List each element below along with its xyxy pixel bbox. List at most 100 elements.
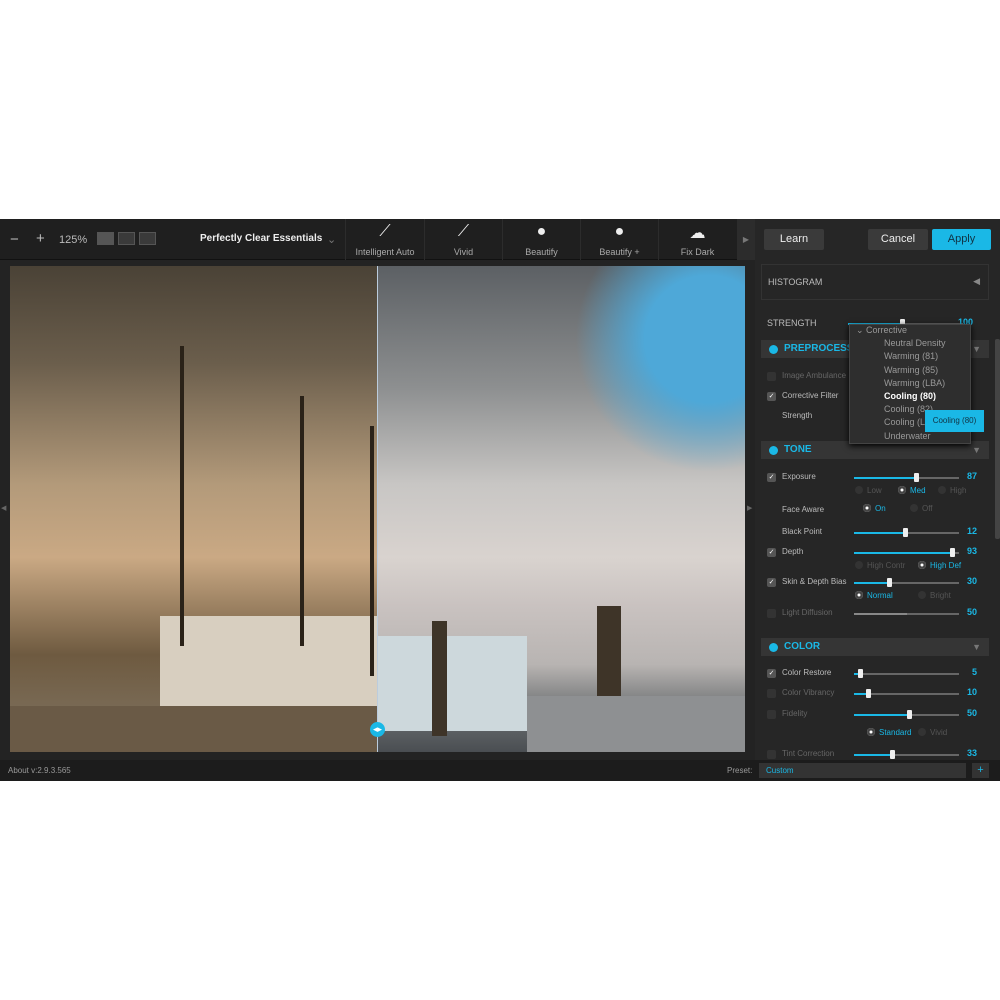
dropdown-item-selected[interactable]: Cooling (80) — [850, 391, 970, 404]
black-point-slider[interactable] — [854, 528, 959, 537]
strength-label: STRENGTH — [767, 318, 817, 328]
cloud-icon: ☁ — [689, 225, 706, 242]
about-link[interactable]: About v:2.9.3.565 — [8, 766, 71, 775]
radio-normal[interactable]: Normal — [855, 591, 893, 600]
add-preset-button[interactable]: + — [972, 763, 989, 778]
bias-mode-row: Normal Bright — [755, 590, 995, 604]
exposure-row: ✓ Exposure 87 — [755, 470, 995, 484]
split-handle[interactable]: ◂▸ — [370, 722, 385, 737]
light-diffusion-label: Light Diffusion — [782, 608, 833, 617]
face-aware-row: Face Aware On Off — [755, 503, 995, 517]
preset-label: Intelligent Auto — [355, 247, 415, 257]
black-point-label: Black Point — [782, 527, 823, 536]
tint-correction-value: 33 — [966, 748, 977, 758]
collapse-icon[interactable]: ◀ — [973, 276, 980, 287]
histogram-section[interactable]: HISTOGRAM ◀ — [761, 264, 989, 300]
side-by-side-view-button[interactable] — [118, 232, 135, 245]
cancel-button[interactable]: Cancel — [868, 229, 928, 250]
preset-beautify-plus[interactable]: ● Beautify + — [580, 219, 658, 260]
face-aware-label: Face Aware — [782, 505, 825, 514]
boat — [377, 636, 527, 731]
radio-high-contr[interactable]: High Contr — [855, 561, 905, 570]
exposure-slider[interactable] — [854, 473, 959, 482]
checkbox[interactable] — [767, 710, 776, 719]
dropdown-group-corrective[interactable]: ⌄ Corrective — [850, 325, 970, 338]
color-restore-slider[interactable] — [854, 669, 959, 678]
radio-vivid[interactable]: Vivid — [918, 728, 947, 737]
preset-group-select[interactable]: Perfectly Clear Essentials — [200, 233, 322, 244]
dropdown-item[interactable]: Neutral Density — [850, 338, 970, 351]
strength-label: Strength — [782, 411, 813, 420]
checkbox[interactable]: ✓ — [767, 473, 776, 482]
zoom-out-button[interactable]: − — [10, 231, 19, 248]
dropdown-item[interactable]: Warming (LBA) — [850, 378, 970, 391]
checkbox[interactable] — [767, 372, 776, 381]
light-diffusion-value: 50 — [966, 607, 977, 617]
checkbox[interactable] — [767, 750, 776, 759]
histogram-title: HISTOGRAM — [768, 277, 823, 287]
radio-standard[interactable]: Standard — [867, 728, 911, 737]
scroll-presets-right-button[interactable]: ▶ — [737, 219, 755, 260]
depth-value: 93 — [966, 546, 977, 556]
dropdown-item[interactable]: Warming (81) — [850, 351, 970, 364]
checkbox[interactable]: ✓ — [767, 392, 776, 401]
dropdown-item[interactable]: Warming (85) — [850, 365, 970, 378]
checkbox[interactable] — [767, 689, 776, 698]
left-arrow-icon[interactable]: ◀ — [1, 504, 6, 512]
dropdown-item[interactable]: Underwater — [850, 431, 970, 444]
preset-label: Beautify — [525, 247, 558, 257]
chevron-down-icon[interactable]: ⌄ — [327, 233, 336, 246]
fidelity-row: Fidelity 50 — [755, 707, 995, 721]
radio-off[interactable]: Off — [910, 504, 933, 513]
radio-high[interactable]: High — [938, 486, 966, 495]
skin-depth-bias-slider[interactable] — [854, 578, 959, 587]
radio-bright[interactable]: Bright — [918, 591, 951, 600]
light-diffusion-slider[interactable] — [854, 613, 959, 615]
checkbox[interactable]: ✓ — [767, 669, 776, 678]
skin-depth-bias-row: ✓ Skin & Depth Bias 30 — [755, 575, 995, 589]
radio-low[interactable]: Low — [855, 486, 882, 495]
color-vibrancy-slider[interactable] — [854, 689, 959, 698]
face-icon: ● — [536, 223, 547, 240]
radio-on[interactable]: On — [863, 504, 886, 513]
zoom-in-button[interactable]: + — [36, 230, 45, 247]
single-view-button[interactable] — [97, 232, 114, 245]
preset-label: Vivid — [453, 247, 474, 257]
color-header[interactable]: COLOR ▼ — [761, 638, 989, 656]
panel-scrollbar[interactable] — [995, 339, 1000, 539]
learn-button[interactable]: Learn — [764, 229, 824, 250]
wand-icon: ⟋ — [379, 223, 391, 240]
fidelity-mode-row: Standard Vivid — [755, 727, 995, 741]
checkbox[interactable] — [767, 609, 776, 618]
preset-fix-dark[interactable]: ☁ Fix Dark — [658, 219, 736, 260]
apply-button[interactable]: Apply — [932, 229, 991, 250]
piling — [432, 621, 447, 736]
checkbox[interactable]: ✓ — [767, 578, 776, 587]
checkbox[interactable]: ✓ — [767, 548, 776, 557]
preset-intelligent-auto[interactable]: ⟋ Intelligent Auto — [345, 219, 424, 260]
zoom-level[interactable]: 125% — [59, 234, 87, 246]
preset-select[interactable]: Custom — [759, 763, 966, 778]
depth-slider[interactable] — [854, 548, 959, 557]
radio-high-def[interactable]: High Def — [918, 561, 961, 570]
split-view-button[interactable] — [139, 232, 156, 245]
status-bar: About v:2.9.3.565 Preset: Custom + — [0, 760, 1000, 781]
preset-label: Preset: — [727, 766, 753, 775]
tint-correction-slider[interactable] — [854, 750, 959, 759]
preset-beautify[interactable]: ● Beautify — [502, 219, 580, 260]
fidelity-value: 50 — [966, 708, 977, 718]
depth-mode-row: High Contr High Def — [755, 560, 995, 574]
skin-depth-bias-value: 30 — [966, 576, 977, 586]
split-divider[interactable] — [377, 266, 378, 752]
brush-icon: ⟋ — [457, 223, 470, 240]
fidelity-slider[interactable] — [854, 710, 959, 719]
image-canvas[interactable]: ◂▸ — [10, 266, 745, 752]
dock — [10, 706, 377, 752]
light-diffusion-row: Light Diffusion 50 — [755, 606, 995, 620]
right-arrow-icon[interactable]: ▶ — [747, 504, 752, 512]
section-title: TONE — [784, 444, 812, 455]
preset-vivid[interactable]: ⟋ Vivid — [424, 219, 502, 260]
radio-med[interactable]: Med — [898, 486, 926, 495]
before-image — [10, 266, 380, 752]
preset-label: Fix Dark — [680, 247, 715, 257]
